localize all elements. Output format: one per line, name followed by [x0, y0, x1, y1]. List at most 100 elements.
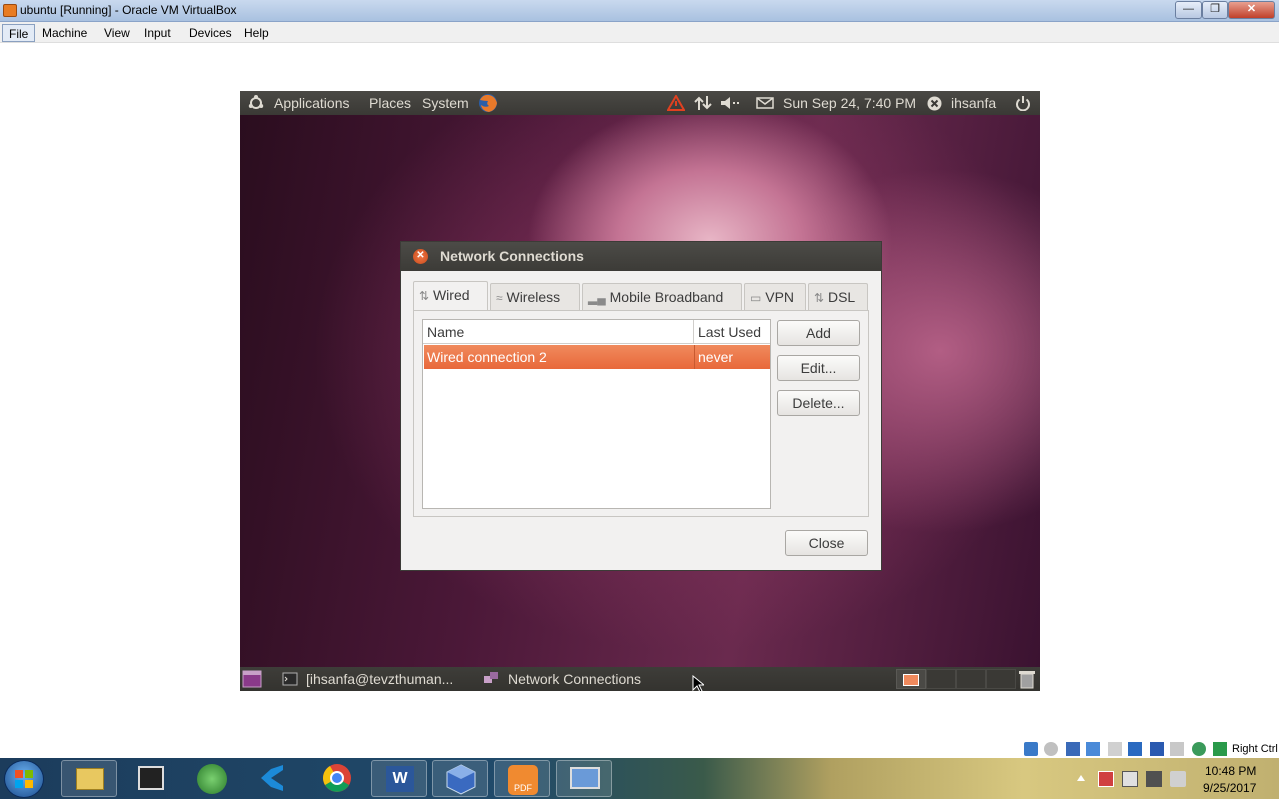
show-desktop-icon[interactable] — [242, 670, 262, 688]
workspace-3[interactable] — [956, 669, 986, 689]
user-name[interactable]: ihsanfa — [951, 95, 996, 111]
windows-logo-icon — [15, 770, 33, 788]
audio-icon[interactable] — [1066, 742, 1080, 756]
close-window-button[interactable]: ✕ — [1228, 1, 1275, 19]
dialog-title: Network Connections — [440, 248, 584, 264]
dialog-titlebar: ✕ Network Connections — [401, 242, 881, 271]
volume-icon[interactable] — [720, 96, 742, 110]
workspace-4[interactable] — [986, 669, 1016, 689]
add-button[interactable]: Add — [777, 320, 860, 346]
shared-folders-icon[interactable] — [1128, 742, 1142, 756]
virtualbox-app-icon — [3, 4, 17, 17]
tab-mobile-broadband-label: Mobile Broadband — [609, 289, 724, 305]
cpu-icon[interactable] — [1213, 742, 1227, 756]
pdf-app-icon[interactable]: PDF — [494, 760, 550, 797]
tab-wired-label: Wired — [432, 287, 470, 303]
visual-studio-code-icon[interactable] — [247, 760, 303, 797]
taskbar-time[interactable]: 10:48 PM — [1205, 764, 1256, 778]
system-menu[interactable]: System — [422, 95, 469, 111]
usb-icon[interactable] — [1108, 742, 1122, 756]
close-button[interactable]: Close — [785, 530, 868, 556]
ubuntu-logo-icon — [248, 95, 264, 109]
word-icon[interactable]: W — [371, 760, 427, 797]
network-connections-dialog: ✕ Network Connections ⇅ Wired ≈ Wireless… — [400, 241, 882, 571]
display-icon[interactable] — [1150, 742, 1164, 756]
network-icon[interactable] — [694, 95, 712, 111]
network-connections-icon — [484, 672, 498, 683]
generic-app-icon[interactable] — [123, 760, 179, 797]
video-capture-icon[interactable] — [1170, 742, 1184, 756]
delete-button[interactable]: Delete... — [777, 390, 860, 416]
tab-vpn[interactable]: ▭ VPN — [744, 283, 806, 310]
connection-list[interactable]: Name Last Used Wired connection 2 never — [422, 319, 771, 509]
menu-bar: File Machine View Input Devices Help — [0, 22, 1279, 43]
vm-display[interactable]: Applications Places System Sun Sep 24, 7… — [240, 91, 1040, 691]
menu-file[interactable]: File — [2, 24, 36, 42]
download-manager-icon[interactable] — [185, 760, 241, 797]
chrome-icon[interactable] — [309, 760, 365, 797]
vpn-lock-icon: ▭ — [750, 291, 762, 305]
tab-dsl-label: DSL — [827, 289, 856, 305]
dialog-close-icon[interactable]: ✕ — [413, 249, 428, 264]
vbox-status-bar: Right Ctrl — [1020, 741, 1279, 758]
file-explorer-icon[interactable] — [61, 760, 117, 797]
wired-tab-panel: Name Last Used Wired connection 2 never … — [413, 310, 869, 517]
mail-icon[interactable] — [756, 97, 774, 109]
places-menu[interactable]: Places — [369, 95, 411, 111]
user-status-icon[interactable] — [927, 96, 942, 111]
start-button[interactable] — [4, 760, 44, 798]
firefox-icon[interactable] — [477, 92, 499, 114]
hard-disk-icon[interactable] — [1024, 742, 1038, 756]
menu-input[interactable]: Input — [138, 24, 177, 42]
connection-last-used: never — [698, 349, 734, 365]
tab-wireless[interactable]: ≈ Wireless — [490, 283, 580, 310]
wireless-tab-icon: ≈ — [496, 291, 503, 305]
mouse-cursor-icon — [692, 675, 704, 691]
window-title: ubuntu [Running] - Oracle VM VirtualBox — [20, 3, 237, 17]
windows-taskbar: W PDF 10:48 PM 9/25/2017 — [0, 758, 1279, 799]
volume-muted-tray-icon[interactable] — [1170, 771, 1186, 787]
menu-view[interactable]: View — [98, 24, 136, 42]
virtualbox-icon[interactable] — [432, 760, 488, 797]
network-adapter-icon[interactable] — [1086, 742, 1100, 756]
taskbar-item-network-connections[interactable]: Network Connections — [508, 671, 641, 687]
column-header-last-used[interactable]: Last Used — [694, 320, 770, 344]
remote-desktop-icon[interactable] — [556, 760, 612, 797]
warning-icon[interactable] — [667, 95, 685, 111]
clock[interactable]: Sun Sep 24, 7:40 PM — [783, 95, 916, 111]
mobile-broadband-tab-icon: ▂▄ — [588, 291, 606, 305]
column-header-name[interactable]: Name — [423, 320, 694, 344]
tab-mobile-broadband[interactable]: ▂▄ Mobile Broadband — [582, 283, 742, 310]
workspace-2[interactable] — [926, 669, 956, 689]
menu-machine[interactable]: Machine — [36, 24, 93, 42]
column-divider — [694, 345, 695, 369]
power-tray-icon[interactable] — [1122, 771, 1138, 787]
guest-additions-icon[interactable] — [1192, 742, 1206, 756]
trash-icon[interactable] — [1018, 669, 1036, 689]
tab-wireless-label: Wireless — [506, 289, 561, 305]
action-center-flag-icon[interactable] — [1098, 771, 1114, 787]
window-titlebar: ubuntu [Running] - Oracle VM VirtualBox … — [0, 0, 1279, 22]
table-row[interactable]: Wired connection 2 never — [424, 345, 770, 369]
connection-name: Wired connection 2 — [427, 349, 547, 365]
tab-wired[interactable]: ⇅ Wired — [413, 281, 488, 310]
edit-button[interactable]: Edit... — [777, 355, 860, 381]
dsl-tab-icon: ⇅ — [814, 291, 825, 305]
power-icon[interactable] — [1015, 95, 1031, 111]
network-tray-icon[interactable] — [1146, 771, 1162, 787]
workspace-1[interactable] — [896, 669, 926, 689]
menu-devices[interactable]: Devices — [183, 24, 238, 42]
menu-help[interactable]: Help — [238, 24, 275, 42]
minimize-button[interactable]: — — [1175, 1, 1202, 19]
taskbar-date[interactable]: 9/25/2017 — [1203, 781, 1256, 795]
show-hidden-icons-icon[interactable] — [1076, 774, 1086, 782]
tab-dsl[interactable]: ⇅ DSL — [808, 283, 868, 310]
tab-vpn-label: VPN — [765, 289, 795, 305]
gnome-bottom-panel: [ihsanfa@tevzthuman... Network Connectio… — [240, 667, 1040, 691]
taskbar-item-terminal[interactable]: [ihsanfa@tevzthuman... — [306, 671, 453, 687]
host-key-label: Right Ctrl — [1232, 743, 1278, 755]
maximize-button[interactable]: ❐ — [1202, 1, 1228, 19]
applications-menu[interactable]: Applications — [274, 95, 350, 111]
optical-drive-icon[interactable] — [1044, 742, 1058, 756]
wired-tab-icon: ⇅ — [419, 289, 430, 303]
